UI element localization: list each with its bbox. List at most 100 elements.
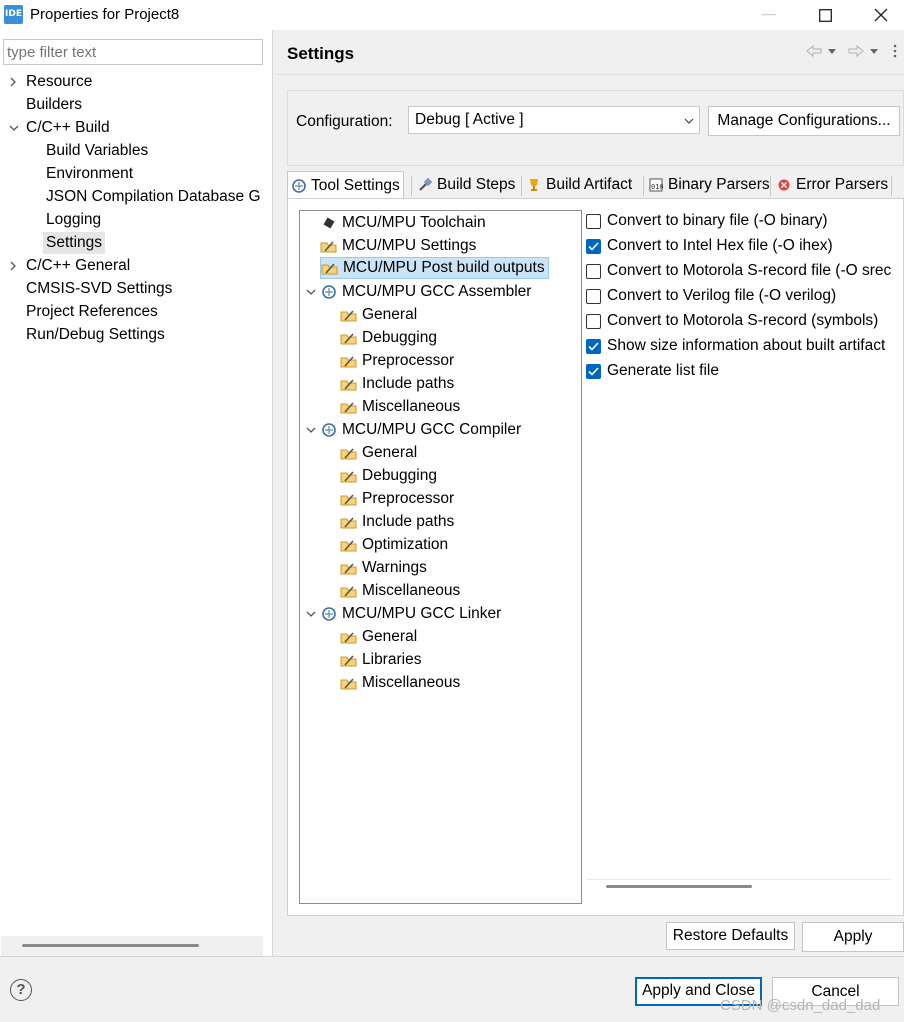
- configuration-group: Configuration: Debug [ Active ] Manage C…: [287, 90, 904, 166]
- option-convert-binary[interactable]: Convert to binary file (-O binary): [586, 210, 891, 232]
- chevron-down-icon[interactable]: [305, 603, 317, 625]
- tree-item-label: Debugging: [362, 467, 437, 484]
- help-icon[interactable]: ?: [10, 979, 32, 1001]
- nav-item-logging[interactable]: Logging: [46, 209, 101, 231]
- tree-item-label: Miscellaneous: [362, 398, 461, 415]
- scrollbar-thumb[interactable]: [22, 944, 199, 947]
- tab-binary-parsers[interactable]: 010 Binary Parsers: [648, 172, 770, 198]
- checkbox[interactable]: [586, 313, 601, 329]
- chevron-right-icon[interactable]: [9, 71, 19, 93]
- tree-item-label: General: [362, 628, 418, 645]
- tree-item-post-build-outputs[interactable]: MCU/MPU Post build outputs: [320, 257, 549, 279]
- tree-item-cc-warnings[interactable]: Warnings: [340, 557, 427, 579]
- option-label: Generate list file: [607, 362, 719, 379]
- tree-item-gcc-assembler[interactable]: MCU/MPU GCC Assembler: [320, 281, 531, 303]
- filter-input[interactable]: [3, 39, 263, 65]
- option-convert-srec[interactable]: Convert to Motorola S-record file (-O sr…: [586, 260, 891, 282]
- tab-build-artifact[interactable]: Build Artifact: [526, 172, 632, 198]
- nav-item-json-compilation-database[interactable]: JSON Compilation Database G: [46, 186, 261, 208]
- options-folder-icon: [340, 329, 358, 347]
- nav-item-cpp-build[interactable]: C/C++ Build: [26, 117, 110, 139]
- build-steps-icon: [417, 177, 433, 193]
- tab-label: Tool Settings: [311, 176, 400, 194]
- chevron-right-icon[interactable]: [9, 255, 19, 277]
- option-convert-srec-symbols[interactable]: Convert to Motorola S-record (symbols): [586, 310, 891, 332]
- tool-settings-icon: [291, 178, 307, 194]
- checkbox-checked[interactable]: [586, 338, 601, 354]
- options-folder-icon: [320, 237, 338, 255]
- tree-item-cc-preprocessor[interactable]: Preprocessor: [340, 488, 454, 510]
- checkbox-checked[interactable]: [586, 363, 601, 379]
- forward-menu-chevron-icon[interactable]: [870, 49, 878, 54]
- tool-settings-tree[interactable]: MCU/MPU Toolchain MCU/MPU Settings MCU/M…: [299, 210, 582, 904]
- forward-arrow-icon[interactable]: [848, 44, 864, 58]
- manage-configurations-button[interactable]: Manage Configurations...: [708, 106, 900, 136]
- tree-item-gcc-linker[interactable]: MCU/MPU GCC Linker: [320, 603, 501, 625]
- options-horizontal-scrollbar[interactable]: [586, 879, 891, 888]
- nav-item-builders[interactable]: Builders: [26, 94, 82, 116]
- checkbox[interactable]: [586, 288, 601, 304]
- checkbox[interactable]: [586, 263, 601, 279]
- option-convert-intel-hex[interactable]: Convert to Intel Hex file (-O ihex): [586, 235, 891, 257]
- close-button[interactable]: [852, 0, 904, 30]
- checkmark-icon: [588, 341, 599, 351]
- options-folder-icon: [340, 306, 358, 324]
- back-arrow-icon[interactable]: [806, 44, 822, 58]
- nav-item-cpp-general[interactable]: C/C++ General: [26, 255, 130, 277]
- error-icon: [776, 177, 792, 193]
- nav-item-project-references[interactable]: Project References: [26, 301, 158, 323]
- tab-separator: [643, 176, 644, 196]
- back-menu-chevron-icon[interactable]: [828, 49, 836, 54]
- chevron-down-icon[interactable]: [305, 281, 317, 303]
- nav-item-cmsis-svd-settings[interactable]: CMSIS-SVD Settings: [26, 278, 172, 300]
- option-convert-verilog[interactable]: Convert to Verilog file (-O verilog): [586, 285, 891, 307]
- nav-item-build-variables[interactable]: Build Variables: [46, 140, 148, 162]
- svg-text:010: 010: [651, 183, 664, 191]
- binary-parsers-icon: 010: [648, 177, 664, 193]
- nav-item-environment[interactable]: Environment: [46, 163, 133, 185]
- chevron-down-icon[interactable]: [9, 117, 19, 139]
- restore-defaults-button[interactable]: Restore Defaults: [666, 922, 795, 950]
- tab-error-parsers[interactable]: Error Parsers: [776, 172, 888, 198]
- tab-build-steps[interactable]: Build Steps: [417, 172, 515, 198]
- view-menu-icon[interactable]: [893, 44, 897, 58]
- apply-button[interactable]: Apply: [802, 922, 904, 952]
- tree-item-asm-include-paths[interactable]: Include paths: [340, 373, 454, 395]
- tool-gear-icon: [320, 283, 338, 301]
- tree-item-cc-miscellaneous[interactable]: Miscellaneous: [340, 580, 460, 602]
- tab-label: Build Artifact: [546, 176, 633, 193]
- tree-item-cc-optimization[interactable]: Optimization: [340, 534, 448, 556]
- tab-tool-settings[interactable]: Tool Settings: [287, 171, 404, 199]
- tab-separator: [770, 176, 771, 196]
- checkbox-checked[interactable]: [586, 238, 601, 254]
- tree-item-cc-include-paths[interactable]: Include paths: [340, 511, 454, 533]
- tree-item-asm-preprocessor[interactable]: Preprocessor: [340, 350, 454, 372]
- left-horizontal-scrollbar[interactable]: [1, 936, 263, 956]
- minimize-button[interactable]: [740, 0, 798, 30]
- tree-item-ld-libraries[interactable]: Libraries: [340, 649, 421, 671]
- tree-item-mcu-settings[interactable]: MCU/MPU Settings: [320, 235, 476, 257]
- tree-item-asm-general[interactable]: General: [340, 304, 417, 326]
- tree-item-cc-general[interactable]: General: [340, 442, 417, 464]
- close-icon: [874, 8, 888, 22]
- tree-item-ld-miscellaneous[interactable]: Miscellaneous: [340, 672, 460, 694]
- tree-item-asm-debugging[interactable]: Debugging: [340, 327, 437, 349]
- nav-item-run-debug-settings[interactable]: Run/Debug Settings: [26, 324, 165, 346]
- tree-item-cc-debugging[interactable]: Debugging: [340, 465, 437, 487]
- chevron-down-icon[interactable]: [305, 419, 317, 441]
- tree-item-ld-general[interactable]: General: [340, 626, 417, 648]
- tree-item-label: MCU/MPU GCC Compiler: [342, 421, 522, 438]
- nav-item-resource[interactable]: Resource: [26, 71, 92, 93]
- scrollbar-thumb[interactable]: [606, 885, 752, 888]
- checkbox[interactable]: [586, 213, 601, 229]
- tool-settings-panel: MCU/MPU Toolchain MCU/MPU Settings MCU/M…: [287, 198, 904, 916]
- configuration-select[interactable]: Debug [ Active ]: [408, 106, 700, 134]
- tree-item-label: MCU/MPU Post build outputs: [343, 259, 545, 276]
- option-show-size-info[interactable]: Show size information about built artifa…: [586, 335, 891, 357]
- nav-item-settings[interactable]: Settings: [43, 232, 106, 254]
- option-generate-list-file[interactable]: Generate list file: [586, 360, 891, 382]
- tree-item-toolchain[interactable]: MCU/MPU Toolchain: [320, 212, 486, 234]
- tree-item-gcc-compiler[interactable]: MCU/MPU GCC Compiler: [320, 419, 521, 441]
- tree-item-asm-miscellaneous[interactable]: Miscellaneous: [340, 396, 460, 418]
- maximize-button[interactable]: [796, 0, 854, 30]
